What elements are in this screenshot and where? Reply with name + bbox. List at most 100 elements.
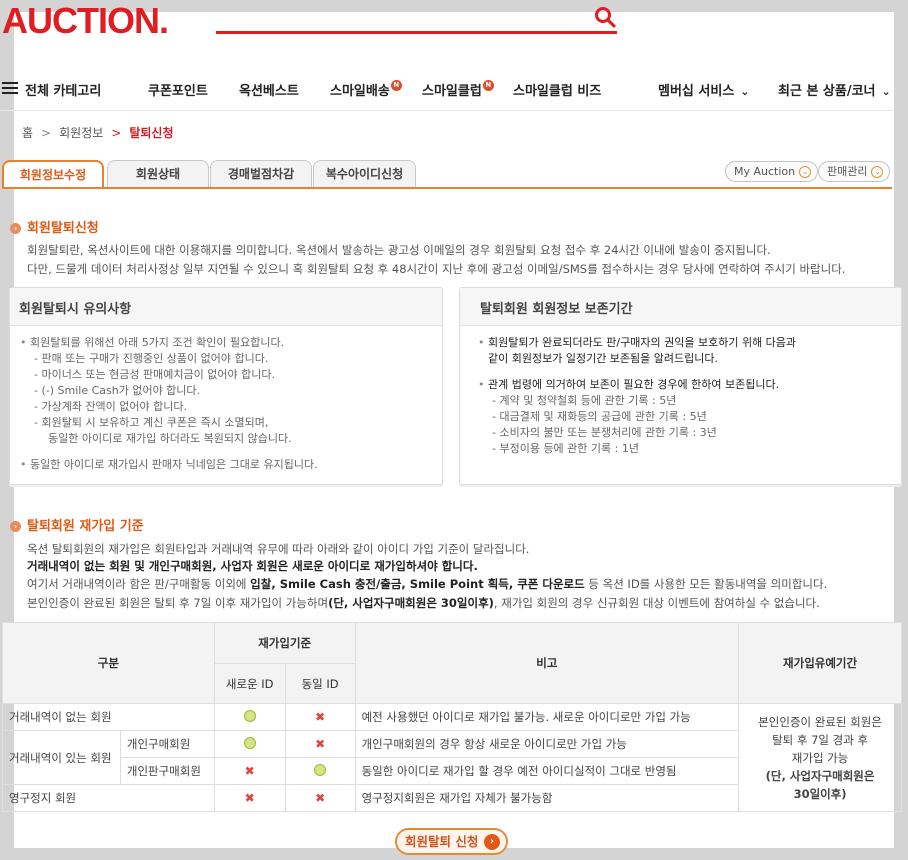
rejoin-desc-line1: 옥션 탈퇴회원의 재가입은 회원타입과 거래내역 유무에 따라 아래와 같이 아…	[27, 542, 530, 556]
grace-line: 재가입 가능	[791, 750, 849, 765]
rejoin-desc-line3-b: 입찰, Smile Cash 충전/출금, Smile Point 획득, 쿠폰…	[250, 577, 585, 591]
rejoin-desc-line3-a: 여기서 거래내역이라 함은 판/구매활동 이외에	[27, 577, 251, 591]
not-allowed-icon: ✖	[315, 791, 326, 805]
retention-law: 관계 법령에 의거하여 보존이 필요한 경우에 한하여 보존됩니다.	[478, 377, 901, 393]
same-id-cell: ✖	[284, 784, 356, 812]
arrow-right-icon: ›	[484, 834, 500, 850]
search-input[interactable]	[216, 31, 617, 34]
row-type: 거래내역이 없는 회원	[2, 703, 215, 731]
my-auction-button[interactable]: My Auction ⌄	[725, 161, 819, 182]
nav-membership[interactable]: 멤버십 서비스 ⌄	[658, 80, 750, 99]
section-rejoin-title: › 탈퇴회원 재가입 기준	[10, 515, 144, 534]
row-type: 거래내역이 있는 회원	[2, 730, 121, 785]
retention-box: 탈퇴회원 회원정보 보존기간 회원탈퇴가 완료되더라도 판/구매자의 권익을 보…	[459, 287, 902, 485]
retention-record: - 부정이용 등에 관한 기록 : 1년	[492, 442, 639, 455]
allowed-icon	[243, 709, 256, 722]
table-row: 거래내역이 없는 회원 ✖ 예전 사용했던 아이디로 재가입 불가능. 새로운 …	[2, 703, 902, 812]
withdraw-submit-button[interactable]: 회원탈퇴 신청 ›	[395, 828, 508, 855]
caution-item: - 마이너스 또는 현금성 판매예치금이 없어야 합니다.	[34, 368, 275, 381]
th-criteria: 재가입기준	[213, 622, 356, 664]
grace-line: 30일이후)	[793, 786, 847, 801]
retention-record: - 계약 및 청약철회 등에 관한 기록 : 5년	[492, 394, 677, 407]
breadcrumb: 홈 > 회원정보 > 탈퇴신청	[22, 124, 174, 141]
new-id-cell: ✖	[213, 757, 286, 785]
seller-admin-button[interactable]: 판매관리 ⌄	[818, 161, 891, 182]
section-withdraw-title-text: 회원탈퇴신청	[27, 221, 99, 236]
th-type: 구분	[2, 622, 215, 704]
tab-underline	[2, 187, 892, 189]
allowed-icon	[243, 736, 256, 749]
grace-line: 본인인증이 완료된 회원은	[758, 714, 882, 729]
main-nav: 전체 카테고리 쿠폰포인트 옥션베스트 스마일배송 N 스마일클럽 N 스마일클럽 …	[0, 76, 908, 102]
breadcrumb-current: 탈퇴신청	[129, 126, 174, 140]
nav-smile-delivery-label: 스마일배송	[330, 84, 390, 99]
auction-logo[interactable]: AUCTION.	[2, 0, 169, 42]
rejoin-desc-line4-b: (단, 사업자구매회원은 30일이후)	[328, 596, 494, 610]
bullet-arrow-icon: ›	[10, 521, 21, 532]
chevron-down-icon: ⌄	[740, 85, 750, 98]
row-note: 동일한 아이디로 재가입 할 경우 예전 아이디실적이 그대로 반영됨	[354, 757, 740, 785]
rejoin-desc-line4: 본인인증이 완료된 회원은 탈퇴 후 7일 이후 재가입이 가능하며(단, 사업…	[27, 595, 820, 611]
rejoin-desc-line4-c: , 재가입 회원의 경우 신규회원 대상 이벤트에 참여하실 수 없습니다.	[493, 596, 820, 610]
withdraw-desc-line1: 회원탈퇴란, 옥션사이트에 대한 이용해지를 의미합니다. 옥션에서 발송하는 …	[27, 243, 771, 257]
rejoin-desc-line3-c: 등 옥션 ID를 사용한 모든 활동내역을 의미합니다.	[584, 577, 828, 591]
my-auction-label: My Auction	[734, 165, 796, 178]
nav-coupon-point[interactable]: 쿠폰포인트	[148, 80, 208, 99]
menu-icon[interactable]	[2, 82, 18, 95]
chevron-right-icon: >	[111, 126, 122, 140]
tab-penalty-deduction[interactable]: 경매벌점차감	[210, 160, 312, 188]
row-subtype: 개인구매회원	[119, 730, 215, 758]
caution-item: - 가상계좌 잔액이 없어야 합니다.	[34, 400, 188, 413]
nav-smile-delivery[interactable]: 스마일배송 N	[330, 80, 402, 99]
new-id-cell	[213, 703, 286, 731]
nav-smile-club-biz[interactable]: 스마일클럽 비즈	[513, 80, 601, 99]
nav-membership-label: 멤버십 서비스	[658, 84, 735, 99]
th-grace: 재가입유예기간	[738, 622, 902, 704]
caution-lead: 회원탈퇴를 위해선 아래 5가지 조건 확인이 필요합니다.	[20, 335, 442, 351]
breadcrumb-member-info[interactable]: 회원정보	[59, 126, 103, 140]
new-id-cell: ✖	[213, 784, 286, 812]
nav-smile-club[interactable]: 스마일클럽 N	[422, 80, 494, 99]
caution-item: - (-) Smile Cash가 없어야 합니다.	[34, 384, 201, 397]
nav-all-categories[interactable]: 전체 카테고리	[25, 80, 101, 99]
grace-line: (단, 사업자구매회원은	[765, 768, 875, 783]
th-same-id: 동일 ID	[284, 663, 356, 704]
seller-admin-label: 판매관리	[827, 165, 868, 178]
divider	[0, 110, 894, 111]
nav-smile-club-label: 스마일클럽	[422, 84, 482, 99]
chevron-down-icon: ⌄	[881, 85, 891, 98]
tab-edit-info[interactable]: 회원정보수정	[2, 160, 104, 189]
rejoin-table: 구분 재가입기준 비고 재가입유예기간 새로운 ID 동일 ID 거래내역이 없…	[2, 622, 902, 812]
not-allowed-icon: ✖	[244, 791, 255, 805]
section-withdraw-title: › 회원탈퇴신청	[10, 217, 99, 236]
tab-member-status[interactable]: 회원상태	[107, 160, 209, 188]
grace-cell: 본인인증이 완료된 회원은 탈퇴 후 7일 경과 후 재가입 가능 (단, 사업…	[738, 703, 902, 812]
search-icon[interactable]	[594, 6, 616, 28]
not-allowed-icon: ✖	[244, 764, 255, 778]
rejoin-desc-line3: 여기서 거래내역이라 함은 판/구매활동 이외에 입찰, Smile Cash …	[27, 576, 827, 592]
rejoin-desc-line2: 거래내역이 없는 회원 및 개인구매회원, 사업자 회원은 새로운 아이디로 재…	[27, 559, 478, 573]
row-type: 영구정지 회원	[2, 784, 215, 812]
rejoin-desc-line4-a: 본인인증이 완료된 회원은 탈퇴 후 7일 이후 재가입이 가능하며	[27, 596, 329, 610]
allowed-icon	[314, 763, 327, 776]
page: AUCTION. 전체 카테고리 쿠폰포인트 옥션베스트 스마일배송 N 스마일클…	[0, 0, 908, 860]
retention-box-title: 탈퇴회원 회원정보 보존기간	[460, 288, 901, 326]
row-note: 개인구매회원의 경우 항상 새로운 아이디로만 가입 가능	[354, 730, 740, 758]
caution-note: 동일한 아이디로 재가입시 판매자 닉네임은 그대로 유지됩니다.	[20, 457, 442, 473]
grace-line: 탈퇴 후 7일 경과 후	[772, 732, 869, 747]
th-note: 비고	[354, 622, 740, 704]
breadcrumb-home[interactable]: 홈	[22, 126, 33, 140]
nav-recent[interactable]: 최근 본 상품/코너 ⌄	[778, 80, 891, 99]
same-id-cell	[284, 757, 356, 785]
chevron-down-icon: ⌄	[871, 166, 884, 178]
retention-lead-1: 회원탈퇴가 완료되더라도 판/구매자의 권익을 보호하기 위해 다음과	[478, 335, 901, 351]
caution-item: - 회원탈퇴 시 보유하고 계신 쿠폰은 즉시 소멸되며,	[34, 416, 269, 429]
caution-item: - 판매 또는 구매가 진행중인 상품이 없어야 합니다.	[34, 352, 269, 365]
retention-lead-2: 같이 회원정보가 일정기간 보존됨을 알려드립니다.	[488, 352, 719, 365]
same-id-cell: ✖	[284, 703, 356, 731]
not-allowed-icon: ✖	[315, 737, 326, 751]
tab-multiple-id[interactable]: 복수아이디신청	[313, 160, 416, 188]
nav-auction-best[interactable]: 옥션베스트	[239, 80, 299, 99]
retention-record: - 소비자의 불만 또는 분쟁처리에 관한 기록 : 3년	[492, 426, 717, 439]
new-badge: N	[482, 80, 494, 91]
